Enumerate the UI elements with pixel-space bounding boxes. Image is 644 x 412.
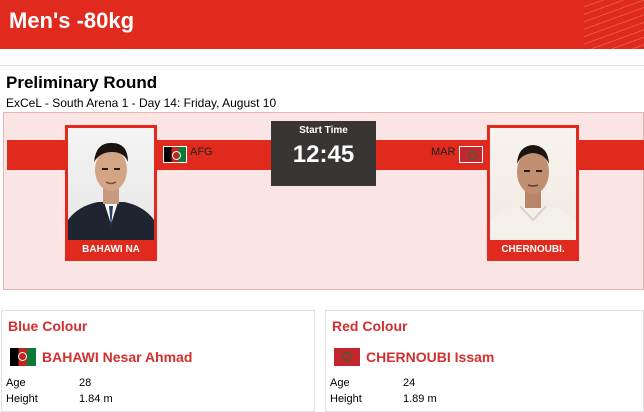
blue-colour-title: Blue Colour [8, 318, 88, 334]
age-label: Age [6, 377, 26, 389]
red-colour-card: Red Colour CHERNOUBI Issam Age 24 Height 1… [325, 310, 644, 412]
start-time-label: Start Time [299, 125, 348, 136]
athlete-name-left: BAHAWI NA [82, 244, 140, 255]
athlete-name-right: CHERNOUBI. [501, 244, 565, 255]
height-label: Height [330, 393, 362, 405]
red-age-row: Age 24 [330, 377, 415, 389]
age-label: Age [330, 377, 350, 389]
athlete-photo-right [490, 128, 576, 240]
athlete-card-left[interactable]: BAHAWI NA [65, 125, 157, 261]
red-colour-title: Red Colour [332, 318, 408, 334]
age-value: 24 [403, 377, 416, 389]
country-code-right: MAR [431, 146, 456, 158]
height-value: 1.84 m [79, 393, 113, 405]
blue-age-row: Age 28 [6, 377, 91, 389]
morocco-flag-icon [459, 146, 483, 163]
round-title: Preliminary Round [6, 73, 158, 92]
start-time-value: 12:45 [292, 141, 355, 168]
blue-athlete-name-link[interactable]: BAHAWI Nesar Ahmad [42, 349, 192, 365]
red-height-row: Height 1.89 m [330, 393, 437, 405]
blue-height-row: Height 1.84 m [6, 393, 113, 405]
age-value: 28 [79, 377, 92, 389]
event-title: Men's -80kg [9, 8, 135, 33]
athlete-portrait-icon [68, 142, 154, 240]
red-athlete-name-link[interactable]: CHERNOUBI Issam [366, 349, 494, 365]
athlete-photo-left [68, 128, 154, 240]
event-header: Men's -80kg [0, 0, 644, 49]
afghanistan-flag-icon [163, 146, 187, 163]
athlete-card-right[interactable]: CHERNOUBI. [487, 125, 579, 261]
country-code-left: AFG [190, 146, 213, 158]
afghanistan-flag-icon [10, 348, 36, 366]
athlete-portrait-icon [490, 145, 576, 240]
start-time-box: Start Time 12:45 [271, 121, 376, 186]
divider [0, 65, 644, 66]
height-label: Height [6, 393, 38, 405]
venue-info: ExCeL - South Arena 1 - Day 14: Friday, … [6, 96, 277, 110]
blue-colour-card: Blue Colour BAHAWI Nesar Ahmad Age 28 Hei… [1, 310, 315, 412]
morocco-flag-icon [334, 348, 360, 366]
height-value: 1.89 m [403, 393, 437, 405]
header-decoration [584, 0, 644, 49]
